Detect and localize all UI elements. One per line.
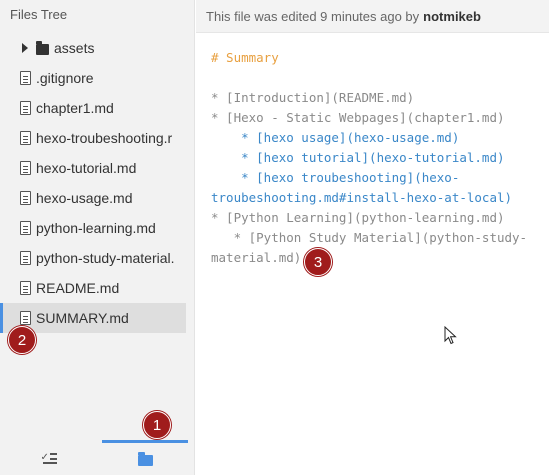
sidebar-title: Files Tree <box>10 7 68 22</box>
code-line: * [Introduction](README.md) <box>211 90 415 105</box>
annotation-badge-1: 1 <box>143 411 171 439</box>
tree-item-label: README.md <box>36 280 120 296</box>
file-icon <box>20 311 31 325</box>
file-icon <box>20 71 31 85</box>
file-icon <box>20 191 31 205</box>
annotation-badge-2: 2 <box>8 326 36 354</box>
code-line: material.md) <box>211 250 302 265</box>
code-line: * [Hexo - Static Webpages](chapter1.md) <box>211 110 505 125</box>
file-icon <box>20 281 31 295</box>
editor-pane: This file was edited 9 minutes ago by no… <box>196 0 549 475</box>
tab-files[interactable] <box>102 440 188 475</box>
file-tree: assets .gitignore chapter1.md hexo-troub… <box>0 33 195 333</box>
file-icon <box>20 101 31 115</box>
tree-file-python-learning[interactable]: python-learning.md <box>0 213 195 243</box>
code-line: * [Python Learning](python-learning.md) <box>211 210 505 225</box>
outline-checklist-icon: ✓ <box>41 452 57 464</box>
tree-item-label: hexo-tutorial.md <box>36 160 137 176</box>
folder-icon <box>137 452 153 466</box>
tree-file-python-study-material[interactable]: python-study-material. <box>0 243 195 273</box>
tree-file-gitignore[interactable]: .gitignore <box>0 63 195 93</box>
annotation-badge-3: 3 <box>304 248 332 276</box>
file-icon <box>20 251 31 265</box>
code-line: troubeshooting.md#install-hexo-at-local) <box>211 190 513 205</box>
code-line-heading: # Summary <box>211 50 279 65</box>
code-line: * [hexo usage](hexo-usage.md) <box>211 130 460 145</box>
tree-item-label: SUMMARY.md <box>36 310 129 326</box>
tree-file-hexo-troubeshooting[interactable]: hexo-troubeshooting.r <box>0 123 195 153</box>
file-icon <box>20 221 31 235</box>
tree-item-label: chapter1.md <box>36 100 114 116</box>
tree-file-hexo-tutorial[interactable]: hexo-tutorial.md <box>0 153 195 183</box>
files-sidebar: Files Tree assets .gitignore chapter1.md… <box>0 0 195 475</box>
caret-right-icon[interactable] <box>22 43 28 53</box>
mouse-pointer-icon <box>444 326 457 345</box>
file-icon <box>20 161 31 175</box>
sidebar-tabs: ✓ <box>0 440 195 475</box>
tree-item-label: .gitignore <box>36 70 94 86</box>
app-window: Files Tree assets .gitignore chapter1.md… <box>0 0 549 475</box>
markdown-editor[interactable]: # Summary * [Introduction](README.md) * … <box>211 48 549 268</box>
tree-item-label: python-learning.md <box>36 220 156 236</box>
edit-status-author[interactable]: notmikeb <box>423 9 481 24</box>
tree-file-readme[interactable]: README.md <box>0 273 195 303</box>
tree-file-chapter1[interactable]: chapter1.md <box>0 93 195 123</box>
tree-item-label: hexo-usage.md <box>36 190 133 206</box>
tree-folder-assets[interactable]: assets <box>0 33 195 63</box>
code-line: * [hexo tutorial](hexo-tutorial.md) <box>211 150 505 165</box>
folder-icon <box>36 40 49 55</box>
tree-item-label: assets <box>54 40 95 56</box>
tree-item-label: hexo-troubeshooting.r <box>36 130 173 146</box>
code-line: * [hexo troubeshooting](hexo- <box>211 170 460 185</box>
tree-item-label: python-study-material. <box>36 250 175 266</box>
edit-status-text: This file was edited 9 minutes ago by <box>206 8 420 24</box>
tab-outline[interactable]: ✓ <box>0 440 97 475</box>
edit-status-bar: This file was edited 9 minutes ago by no… <box>196 0 549 33</box>
code-line: * [Python Study Material](python-study- <box>211 230 528 245</box>
file-icon <box>20 131 31 145</box>
tree-file-hexo-usage[interactable]: hexo-usage.md <box>0 183 195 213</box>
